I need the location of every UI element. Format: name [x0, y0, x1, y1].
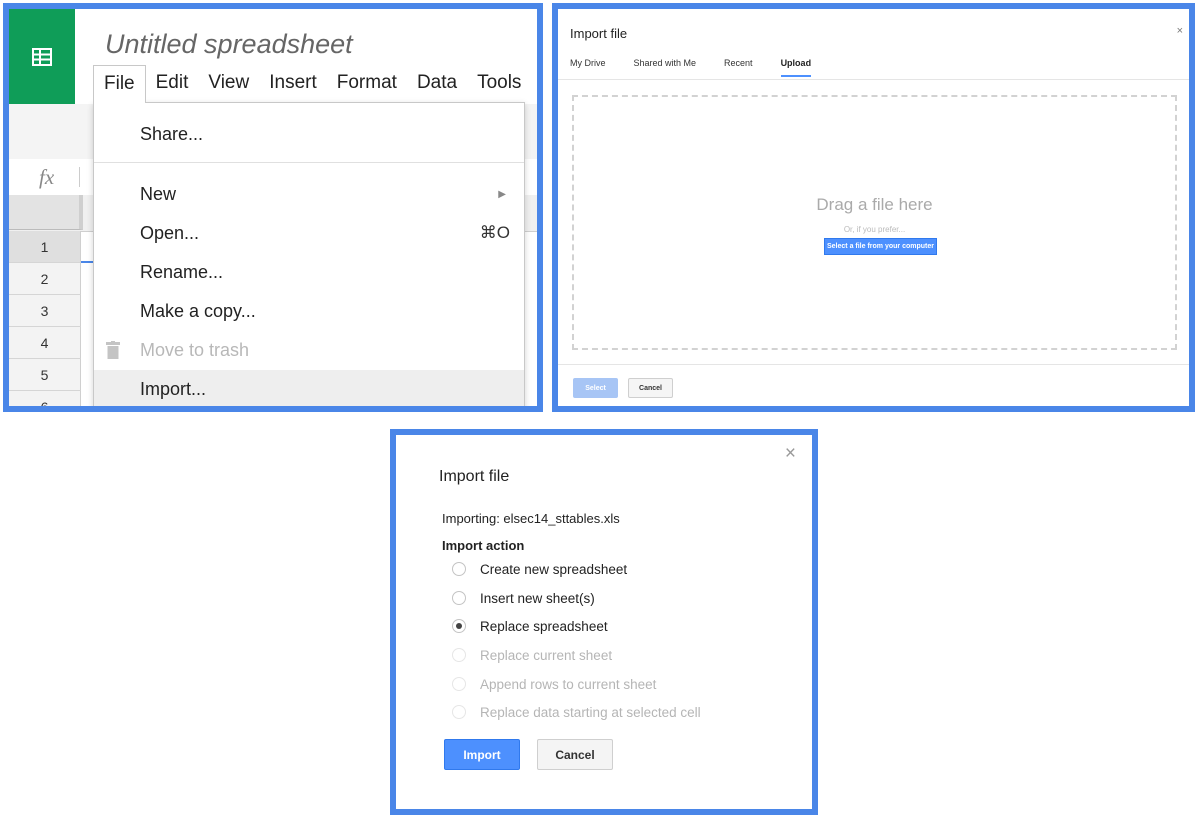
menu-item-new[interactable]: New ▶: [94, 175, 524, 213]
option-replace-data-at-cell: Replace data starting at selected cell: [452, 702, 701, 722]
prefer-hint: Or, if you prefer...: [843, 225, 906, 234]
menu-item-open[interactable]: Open... ⌘O: [94, 214, 524, 252]
trash-icon: [106, 341, 120, 359]
menu-item-label: Open...: [140, 222, 200, 243]
spreadsheet-panel: Untitled spreadsheet File Edit View Inse…: [3, 3, 543, 412]
shortcut-label: ⌘O: [479, 223, 510, 242]
radio-button-disabled: [452, 648, 466, 662]
cancel-button[interactable]: Cancel: [537, 739, 613, 770]
importing-filename: Importing: elsec14_sttables.xls: [442, 511, 620, 526]
menu-item-label: Import...: [140, 378, 207, 399]
option-label: Insert new sheet(s): [480, 590, 595, 606]
radio-button[interactable]: [452, 562, 466, 576]
tab-shared-with-me[interactable]: Shared with Me: [634, 58, 697, 77]
tab-recent[interactable]: Recent: [724, 58, 753, 77]
menu-item-label: New: [140, 183, 177, 204]
radio-button[interactable]: [452, 591, 466, 605]
sheets-logo[interactable]: [9, 9, 75, 104]
menu-item-label: Rename...: [140, 261, 224, 282]
option-replace-spreadsheet[interactable]: Replace spreadsheet: [452, 616, 608, 636]
row-header-6[interactable]: 6: [9, 391, 81, 406]
footer-divider: [558, 364, 1189, 365]
menu-data[interactable]: Data: [407, 65, 467, 103]
row-header-2[interactable]: 2: [9, 263, 81, 295]
close-icon[interactable]: ×: [1177, 25, 1183, 37]
row-headers: 1 2 3 4 5 6: [9, 231, 81, 406]
row-header-4[interactable]: 4: [9, 327, 81, 359]
menu-view[interactable]: View: [198, 65, 259, 103]
select-button[interactable]: Select: [573, 378, 618, 398]
upload-dialog-panel: Import file × My Drive Shared with Me Re…: [552, 3, 1195, 412]
option-replace-current-sheet: Replace current sheet: [452, 645, 612, 665]
menu-file[interactable]: File: [93, 65, 146, 103]
close-icon[interactable]: ×: [785, 443, 796, 465]
drag-hint: Drag a file here: [816, 195, 933, 214]
menu-item-share[interactable]: Share...: [94, 115, 524, 153]
menu-insert[interactable]: Insert: [259, 65, 327, 103]
dialog-title: Import file: [570, 26, 628, 41]
tab-upload[interactable]: Upload: [780, 58, 812, 77]
option-label: Replace data starting at selected cell: [480, 704, 701, 720]
option-label: Create new spreadsheet: [480, 561, 628, 577]
select-file-button[interactable]: Select a file from your computer: [824, 238, 937, 255]
tab-divider: [558, 79, 1189, 80]
option-label: Append rows to current sheet: [480, 676, 657, 692]
import-action-heading: Import action: [442, 538, 525, 553]
menu-bar: File Edit View Insert Format Data Tools: [93, 65, 531, 103]
cancel-button[interactable]: Cancel: [628, 378, 673, 398]
menu-item-rename[interactable]: Rename...: [94, 253, 524, 291]
menu-item-move-to-trash: Move to trash: [94, 331, 524, 369]
option-append-rows: Append rows to current sheet: [452, 674, 656, 694]
menu-edit[interactable]: Edit: [146, 65, 199, 103]
dialog-title: Import file: [439, 468, 510, 485]
menu-item-label: Move to trash: [140, 339, 250, 360]
row-header-3[interactable]: 3: [9, 295, 81, 327]
menu-item-label: Make a copy...: [140, 300, 256, 321]
option-label: Replace spreadsheet: [480, 618, 608, 634]
file-drop-zone[interactable]: Drag a file here Or, if you prefer... Se…: [572, 95, 1177, 350]
menu-item-make-copy[interactable]: Make a copy...: [94, 292, 524, 330]
sheets-grid-icon: [32, 47, 52, 66]
fx-icon: fx: [39, 165, 55, 189]
source-tabs: My Drive Shared with Me Recent Upload: [570, 58, 839, 77]
menu-item-import[interactable]: Import...: [94, 370, 524, 406]
menu-separator: [94, 162, 524, 163]
tab-my-drive[interactable]: My Drive: [570, 58, 606, 77]
import-button[interactable]: Import: [444, 739, 520, 770]
menu-format[interactable]: Format: [327, 65, 407, 103]
formula-divider: [79, 167, 80, 187]
menu-tools[interactable]: Tools: [467, 65, 531, 103]
option-create-new-spreadsheet[interactable]: Create new spreadsheet: [452, 559, 627, 579]
document-title[interactable]: Untitled spreadsheet: [105, 29, 353, 60]
submenu-arrow-icon: ▶: [498, 188, 506, 200]
radio-button-disabled: [452, 677, 466, 691]
radio-button-disabled: [452, 705, 466, 719]
file-menu-dropdown: Share... New ▶ Open... ⌘O Rename... Make…: [93, 102, 525, 406]
radio-button-selected[interactable]: [452, 619, 466, 633]
select-all-corner[interactable]: [9, 195, 83, 230]
option-insert-new-sheets[interactable]: Insert new sheet(s): [452, 588, 595, 608]
import-action-panel: × Import file Importing: elsec14_sttable…: [390, 429, 818, 815]
menu-item-label: Share...: [140, 123, 204, 144]
row-header-1[interactable]: 1: [9, 231, 81, 263]
option-label: Replace current sheet: [480, 647, 613, 663]
row-header-5[interactable]: 5: [9, 359, 81, 391]
